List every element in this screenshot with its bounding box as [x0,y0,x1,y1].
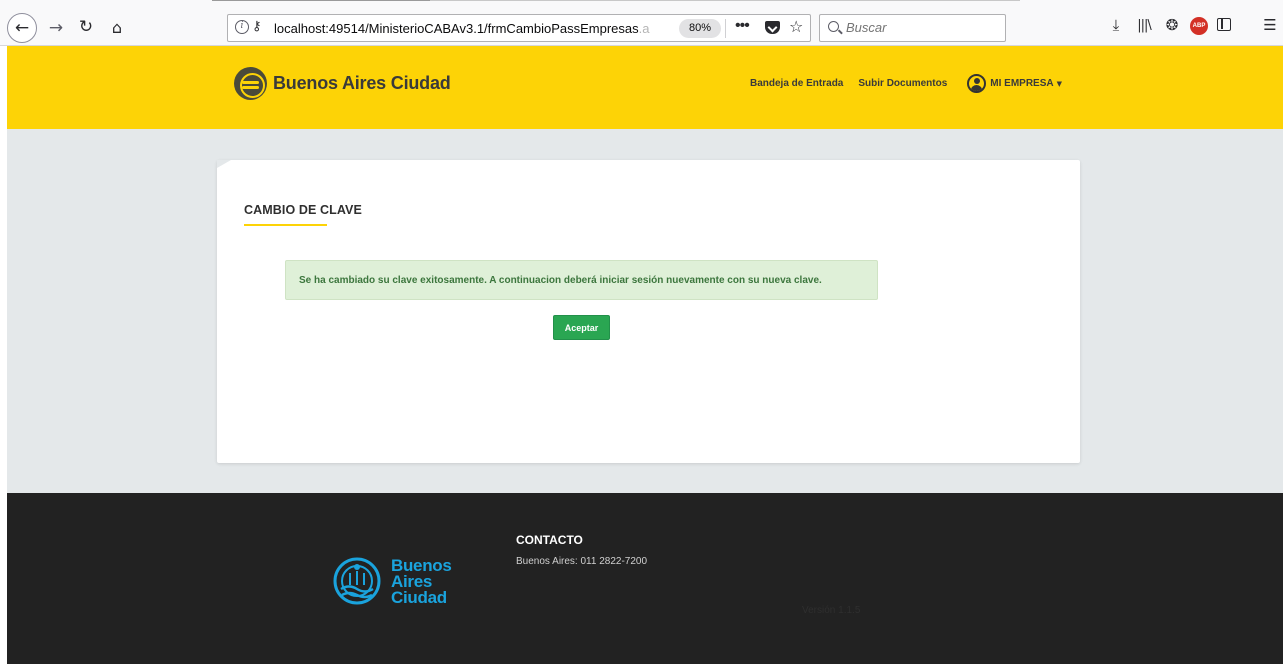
page-viewport: Buenos Aires Ciudad Bandeja de Entrada S… [7,46,1283,664]
url-bar[interactable]: i ⚷ localhost:49514/MinisterioCABAv3.1/f… [227,14,811,42]
nav-link-upload[interactable]: Subir Documentos [858,78,947,89]
site-footer: Buenos Aires Ciudad CONTACTO Buenos Aire… [7,493,1283,664]
user-menu[interactable]: MI EMPRESA ▼ [967,74,1062,93]
search-icon [828,21,839,32]
url-bar-divider [725,19,726,38]
back-button[interactable]: ← [7,13,37,43]
city-logo-icon [234,66,267,100]
pocket-icon[interactable] [765,21,780,34]
key-icon: ⚷ [252,19,262,34]
change-password-card: CAMBIO DE CLAVE Se ha cambiado su clave … [217,160,1080,463]
site-info-icon[interactable]: i [235,20,249,34]
footer-logo-line: Ciudad [391,588,447,607]
browser-toolbar: ← → ↻ ⌂ i ⚷ localhost:49514/MinisterioCA… [0,0,1283,46]
search-bar[interactable] [819,14,1006,42]
arrow-right-icon: → [48,18,64,38]
success-alert: Se ha cambiado su clave exitosamente. A … [285,260,878,300]
brand[interactable]: Buenos Aires Ciudad [234,66,451,100]
page-title: CAMBIO DE CLAVE [244,203,362,217]
page-actions-icon[interactable]: ••• [735,17,750,35]
home-icon: ⌂ [111,17,123,37]
sidebar-toggle-icon[interactable] [1217,18,1231,31]
library-icon[interactable]: |||\ [1134,15,1154,35]
download-icon[interactable]: ⤓ [1106,15,1126,35]
nav-link-inbox[interactable]: Bandeja de Entrada [750,78,843,89]
header-nav: Bandeja de Entrada Subir Documentos MI E… [750,74,1062,93]
extension-icon[interactable]: ❂ [1162,15,1182,35]
bookmark-star-icon[interactable]: ☆ [789,17,803,36]
contact-phone: Buenos Aires: 011 2822-7200 [516,556,648,567]
site-header: Buenos Aires Ciudad Bandeja de Entrada S… [7,46,1283,129]
reload-button[interactable]: ↻ [75,16,97,38]
adblock-icon[interactable]: ABP [1190,17,1208,35]
city-seal-icon [333,557,381,605]
arrow-left-icon: ← [14,18,30,38]
url-text[interactable]: localhost:49514/MinisterioCABAv3.1/frmCa… [274,21,672,36]
user-menu-label: MI EMPRESA [990,78,1054,89]
tab-strip-line [212,0,1020,2]
user-avatar-icon [967,74,987,93]
accept-button[interactable]: Aceptar [553,315,610,340]
home-button[interactable]: ⌂ [106,16,128,38]
brand-name: Buenos Aires Ciudad [273,72,451,93]
footer-logo-text: Buenos Aires Ciudad [391,557,452,607]
search-input[interactable] [846,20,996,35]
version-text: Versión 1.1.5 [802,605,861,616]
zoom-indicator[interactable]: 80% [679,19,722,38]
caret-down-icon: ▼ [1056,79,1062,88]
reload-icon: ↻ [78,17,94,37]
forward-button[interactable]: → [46,17,66,39]
contact-title: CONTACTO [516,533,583,547]
title-underline [244,224,327,226]
success-alert-text: Se ha cambiado su clave exitosamente. A … [299,274,822,286]
hamburger-menu-icon[interactable]: ☰ [1262,15,1278,35]
